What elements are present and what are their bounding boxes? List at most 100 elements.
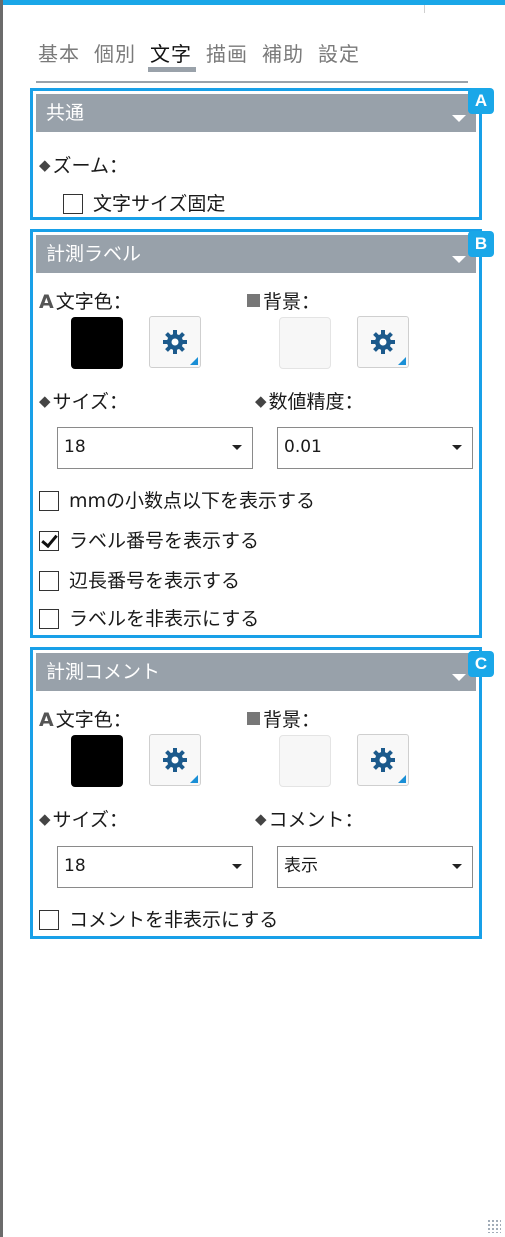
- label-size-label: サイズ：: [52, 391, 128, 413]
- comment-size-label: サイズ：: [52, 809, 128, 831]
- comment-mode-select[interactable]: 表示: [277, 846, 473, 888]
- chevron-down-icon: [232, 864, 242, 869]
- show-label-number-option[interactable]: ラベル番号を表示する: [39, 526, 259, 553]
- comment-text-color-settings-button[interactable]: [149, 734, 201, 786]
- show-side-number-option[interactable]: 辺長番号を表示する: [39, 566, 240, 593]
- diamond-icon: ◆: [39, 810, 51, 828]
- tab-text[interactable]: 文字: [148, 40, 196, 72]
- diamond-icon: ◆: [39, 156, 51, 174]
- show-mm-decimals-option[interactable]: mmの小数点以下を表示する: [39, 486, 315, 513]
- comment-background-label: 背景：: [263, 709, 321, 731]
- common-panel-title: 共通: [46, 102, 85, 124]
- comment-background-row: 背景：: [247, 705, 320, 732]
- corner-indicator-icon: [398, 357, 406, 365]
- label-size-value: 18: [64, 437, 86, 457]
- tab-settings[interactable]: 設定: [318, 40, 360, 72]
- hide-comment-label: コメントを非表示にする: [69, 909, 279, 931]
- collapse-icon[interactable]: [452, 674, 466, 681]
- measure-comment-panel-title: 計測コメント: [46, 661, 161, 683]
- common-panel: 共通 ◆ ズーム： 文字サイズ固定: [30, 88, 482, 220]
- gear-icon: [163, 748, 187, 772]
- callout-badge-c: C: [468, 651, 494, 677]
- label-text-color-row: A 文字色：: [39, 287, 132, 314]
- measure-label-panel: 計測ラベル A 文字色： 背景： ◆ サイズ： ◆ 数値精度： 18 0.01 …: [30, 229, 482, 638]
- background-icon: [247, 294, 260, 307]
- zoom-label-row: ◆ ズーム：: [39, 151, 128, 178]
- comment-text-color-swatch[interactable]: [71, 735, 123, 787]
- left-border: [0, 0, 3, 1237]
- corner-indicator-icon: [190, 357, 198, 365]
- label-size-select[interactable]: 18: [57, 427, 253, 469]
- show-label-number-checkbox[interactable]: [39, 531, 59, 551]
- label-size-row: ◆ サイズ：: [39, 387, 128, 414]
- chevron-down-icon: [452, 445, 462, 450]
- show-mm-decimals-label: mmの小数点以下を表示する: [69, 490, 316, 512]
- fixed-size-label: 文字サイズ固定: [93, 193, 226, 215]
- comment-mode-row: ◆ コメント：: [255, 805, 364, 832]
- chevron-down-icon: [232, 445, 242, 450]
- top-separator: [424, 5, 425, 13]
- tab-underline: [36, 81, 468, 83]
- diamond-icon: ◆: [39, 392, 51, 410]
- text-color-icon: A: [39, 709, 54, 731]
- hide-label-checkbox[interactable]: [39, 609, 59, 629]
- resize-grip-icon[interactable]: [487, 1219, 501, 1233]
- label-text-color-settings-button[interactable]: [149, 316, 201, 368]
- hide-comment-checkbox[interactable]: [39, 910, 59, 930]
- measure-label-panel-title: 計測ラベル: [46, 243, 142, 265]
- zoom-label: ズーム：: [52, 155, 128, 177]
- comment-size-row: ◆ サイズ：: [39, 805, 128, 832]
- tab-basic[interactable]: 基本: [38, 40, 80, 72]
- chevron-down-icon: [452, 864, 462, 869]
- text-color-icon: A: [39, 291, 54, 313]
- fixed-size-option[interactable]: 文字サイズ固定: [63, 189, 225, 216]
- tab-bar: 基本 個別 文字 描画 補助 設定: [38, 40, 374, 74]
- comment-text-color-label: 文字色：: [55, 709, 132, 731]
- diamond-icon: ◆: [255, 392, 267, 410]
- show-mm-decimals-checkbox[interactable]: [39, 491, 59, 511]
- comment-text-color-row: A 文字色：: [39, 705, 132, 732]
- show-side-number-checkbox[interactable]: [39, 571, 59, 591]
- tab-auxiliary[interactable]: 補助: [262, 40, 304, 72]
- measure-comment-panel-header[interactable]: 計測コメント: [36, 653, 476, 691]
- hide-comment-option[interactable]: コメントを非表示にする: [39, 905, 278, 932]
- callout-badge-a: A: [468, 88, 494, 114]
- gear-icon: [371, 330, 395, 354]
- measure-comment-panel: 計測コメント A 文字色： 背景： ◆ サイズ： ◆ コメント： 18 表示 コ…: [30, 647, 482, 939]
- tab-drawing[interactable]: 描画: [206, 40, 248, 72]
- hide-label-option[interactable]: ラベルを非表示にする: [39, 604, 259, 631]
- label-background-label: 背景：: [263, 291, 321, 313]
- label-text-color-swatch[interactable]: [71, 317, 123, 369]
- collapse-icon[interactable]: [452, 256, 466, 263]
- show-side-number-label: 辺長番号を表示する: [69, 570, 241, 592]
- comment-size-select[interactable]: 18: [57, 846, 253, 888]
- callout-badge-b: B: [468, 231, 494, 257]
- label-background-swatch[interactable]: [279, 317, 331, 369]
- gear-icon: [163, 330, 187, 354]
- label-background-row: 背景：: [247, 287, 320, 314]
- corner-indicator-icon: [398, 775, 406, 783]
- comment-mode-label: コメント：: [268, 809, 364, 831]
- comment-size-value: 18: [64, 856, 86, 876]
- label-precision-value: 0.01: [284, 437, 322, 457]
- comment-mode-value: 表示: [284, 856, 318, 876]
- gear-icon: [371, 748, 395, 772]
- diamond-icon: ◆: [255, 810, 267, 828]
- common-panel-header[interactable]: 共通: [36, 94, 476, 132]
- measure-label-panel-header[interactable]: 計測ラベル: [36, 235, 476, 273]
- comment-background-settings-button[interactable]: [357, 734, 409, 786]
- tab-individual[interactable]: 個別: [94, 40, 136, 72]
- label-precision-label: 数値精度：: [268, 391, 364, 413]
- show-label-number-label: ラベル番号を表示する: [69, 530, 260, 552]
- collapse-icon[interactable]: [452, 115, 466, 122]
- comment-background-swatch[interactable]: [279, 735, 331, 787]
- corner-indicator-icon: [190, 775, 198, 783]
- hide-label-label: ラベルを非表示にする: [69, 608, 260, 630]
- label-background-settings-button[interactable]: [357, 316, 409, 368]
- label-precision-row: ◆ 数値精度：: [255, 387, 364, 414]
- background-icon: [247, 712, 260, 725]
- top-accent-bar: [0, 0, 505, 5]
- label-precision-select[interactable]: 0.01: [277, 427, 473, 469]
- fixed-size-checkbox[interactable]: [63, 194, 83, 214]
- label-text-color-label: 文字色：: [55, 291, 132, 313]
